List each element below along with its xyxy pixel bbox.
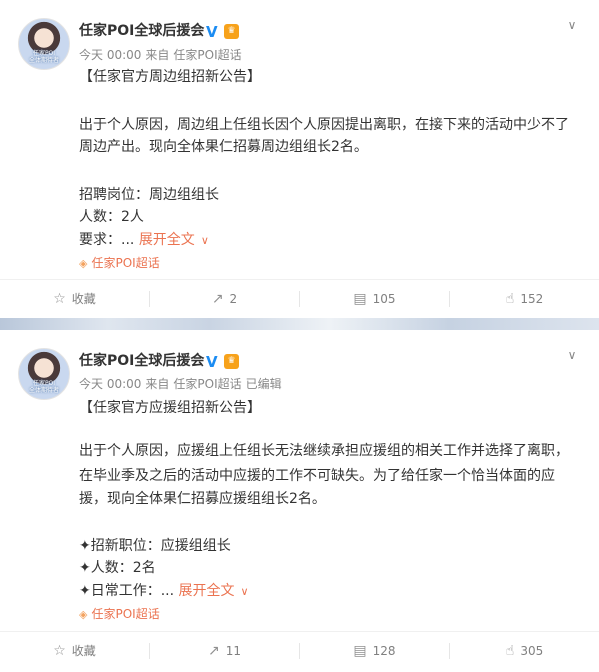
avatar-caption-2: 全体期待者 — [28, 387, 59, 394]
topic-link[interactable]: ◈ 任家POI超话 — [79, 607, 160, 622]
feed-divider — [0, 318, 599, 330]
topic-label: 任家POI超话 — [91, 607, 160, 621]
expand-full-text-link[interactable]: 展开全文 — [179, 583, 235, 599]
post-title: 【任家官方周边组招新公告】 — [79, 69, 261, 85]
post-field: ✦人数：2名 — [79, 560, 156, 576]
favorite-label: 收藏 — [71, 292, 96, 306]
weibo-post-1: 任家POI 全体期待者 任家POI全球后援会 V ♛ ∨ 今天 00:00 来自任… — [0, 0, 599, 318]
avatar-caption-2: 全体期待者 — [28, 57, 59, 64]
comment-count: 105 — [372, 292, 396, 306]
post-meta: 今天 00:00 来自 任家POI超话 已编辑 — [79, 377, 286, 392]
post-time[interactable]: 今天 00:00 — [79, 48, 141, 62]
username[interactable]: 任家POI全球后援会 — [79, 22, 204, 40]
like-count: 305 — [520, 644, 544, 658]
action-bar: ☆ 收藏 ↗ 2 ▤ 105 ☝ 152 — [0, 279, 599, 318]
chevron-down-icon[interactable]: ∨ — [201, 234, 209, 247]
avatar-caption-1: 任家POI — [32, 50, 56, 57]
avatar-caption-1: 任家POI — [32, 380, 56, 387]
thumbs-up-icon: ☝ — [505, 291, 515, 307]
post-field-last: ✦日常工作：... 展开全文 ∨ — [79, 580, 249, 603]
comment-button[interactable]: ▤ 128 — [300, 632, 449, 670]
repost-button[interactable]: ↗ 11 — [150, 632, 299, 670]
super-topic-icon: ◈ — [79, 608, 88, 621]
comment-count: 128 — [372, 644, 396, 658]
favorite-button[interactable]: ☆ 收藏 — [0, 280, 149, 318]
post-field: 人数：2人 — [79, 209, 144, 225]
post-paragraph-line: 周边产出。现向全体果仁招募周边组组长2名。 — [79, 139, 368, 155]
post-meta: 今天 00:00 来自 任家POI超话 — [79, 48, 246, 63]
action-bar: ☆ 收藏 ↗ 11 ▤ 128 ☝ 305 — [0, 631, 599, 670]
like-count: 152 — [520, 292, 544, 306]
chevron-down-icon[interactable]: ∨ — [565, 348, 579, 362]
source-prefix: 来自 — [145, 48, 170, 62]
post-source[interactable]: 任家POI超话 — [173, 48, 241, 62]
post-field: 招聘岗位：周边组组长 — [79, 187, 219, 203]
post-field: ✦招新职位：应援组组长 — [79, 538, 231, 554]
star-icon: ☆ — [53, 643, 66, 659]
repost-icon: ↗ — [207, 643, 220, 659]
post-title: 【任家官方应援组招新公告】 — [79, 400, 261, 416]
vip-crown-icon: ♛ — [224, 24, 239, 39]
chevron-down-icon[interactable]: ∨ — [241, 585, 249, 598]
edited-label[interactable]: 已编辑 — [246, 377, 282, 391]
vip-crown-icon: ♛ — [224, 354, 239, 369]
post-paragraph-line: 出于个人原因，周边组上任组长因个人原因提出离职，在接下来的活动中少不了 — [79, 117, 569, 133]
repost-button[interactable]: ↗ 2 — [150, 280, 299, 318]
avatar[interactable]: 任家POI 全体期待者 — [18, 18, 70, 70]
chevron-down-icon[interactable]: ∨ — [565, 18, 579, 32]
post-field-truncated: ✦日常工作：... — [79, 583, 175, 599]
star-icon: ☆ — [53, 291, 66, 307]
avatar[interactable]: 任家POI 全体期待者 — [18, 348, 70, 400]
thumbs-up-icon: ☝ — [505, 643, 515, 659]
repost-count: 11 — [225, 644, 241, 658]
weibo-post-2: 任家POI 全体期待者 任家POI全球后援会 V ♛ ∨ 今天 00:00 来自任… — [0, 330, 599, 672]
verified-icon: V — [206, 23, 218, 41]
post-source[interactable]: 任家POI超话 — [173, 377, 241, 391]
expand-full-text-link[interactable]: 展开全文 — [139, 232, 195, 248]
source-prefix: 来自 — [145, 377, 170, 391]
comment-icon: ▤ — [353, 643, 367, 659]
topic-label: 任家POI超话 — [91, 256, 160, 270]
like-button[interactable]: ☝ 152 — [450, 280, 599, 318]
topic-link[interactable]: ◈ 任家POI超话 — [79, 256, 160, 271]
repost-count: 2 — [229, 292, 238, 306]
post-time[interactable]: 今天 00:00 — [79, 377, 141, 391]
post-paragraph-line: 援，现向全体果仁招募应援组组长2名。 — [79, 491, 326, 507]
repost-icon: ↗ — [211, 291, 224, 307]
like-button[interactable]: ☝ 305 — [450, 632, 599, 670]
post-field-truncated: 要求：... — [79, 232, 135, 248]
comment-button[interactable]: ▤ 105 — [300, 280, 449, 318]
post-paragraph-line: 出于个人原因，应援组上任组长无法继续承担应援组的相关工作并选择了离职， — [79, 443, 569, 459]
username[interactable]: 任家POI全球后援会 — [79, 352, 204, 370]
comment-icon: ▤ — [353, 291, 367, 307]
verified-icon: V — [206, 353, 218, 371]
favorite-label: 收藏 — [71, 644, 96, 658]
post-paragraph-line: 在毕业季及之后的活动中应援的工作不可缺失。为了给任家一个恰当体面的应 — [79, 468, 555, 484]
favorite-button[interactable]: ☆ 收藏 — [0, 632, 149, 670]
post-field-last: 要求：... 展开全文 ∨ — [79, 229, 209, 252]
super-topic-icon: ◈ — [79, 257, 88, 270]
